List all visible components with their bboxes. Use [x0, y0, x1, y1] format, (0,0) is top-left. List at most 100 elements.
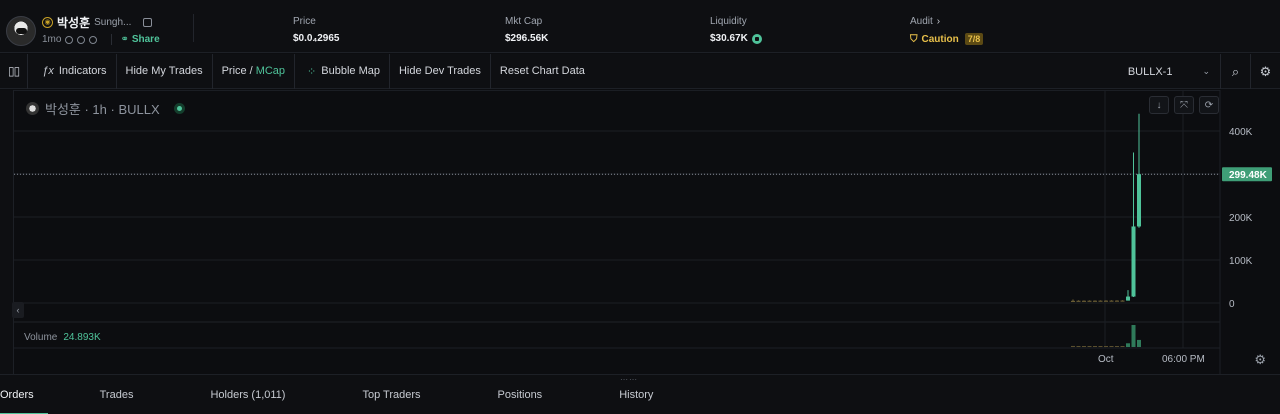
live-indicator-icon: [173, 103, 185, 114]
token-symbol: Sungh...: [94, 16, 132, 28]
shield-icon: ⛉: [910, 33, 918, 45]
audit-label-row: Audit ›: [910, 16, 983, 27]
token-age: 1mo: [42, 34, 62, 45]
share-button[interactable]: ⚭ Share: [111, 34, 160, 45]
chart-toolbar: ▯▯ ƒx Indicators Hide My Trades Price / …: [0, 53, 1280, 89]
bubble-map-label: Bubble Map: [321, 65, 380, 77]
share-label: Share: [131, 34, 160, 45]
tab-orders[interactable]: Orders: [0, 375, 48, 414]
chevron-down-icon: ⌄: [1202, 66, 1210, 76]
token-mini-icon: [26, 102, 39, 115]
price-chart[interactable]: 400K 200K 100K 0 299.48K Oct 06:00 PM: [0, 90, 1280, 374]
price-stat: Price $0.0₄2965: [293, 16, 339, 44]
volume-bar: [1109, 346, 1114, 347]
x-tick-label: 06:00 PM: [1162, 354, 1205, 365]
candle-body: [1131, 226, 1136, 297]
candle-body: [1109, 300, 1114, 302]
liquidity-value: $30.67K: [710, 33, 748, 44]
copy-icon[interactable]: [143, 17, 153, 27]
legend-title: 박성훈 · 1h · BULLX: [45, 102, 160, 117]
social-icon[interactable]: [65, 35, 74, 44]
trading-app: ◉ 박성훈 Sungh... 1mo ⚭ Share Price $0.0₄29…: [0, 0, 1280, 414]
token-header: ◉ 박성훈 Sungh... 1mo ⚭ Share Price $0.0₄29…: [0, 0, 1280, 53]
chevron-right-icon: ›: [936, 16, 941, 27]
liquidity-stat: Liquidity $30.67K: [710, 16, 762, 44]
token-name: 박성훈: [57, 15, 91, 30]
hide-my-trades-button[interactable]: Hide My Trades: [117, 53, 213, 89]
token-meta-row: 1mo ⚭ Share: [42, 34, 160, 45]
volume-bar: [1076, 346, 1081, 347]
bubble-map-button[interactable]: ⁘ Bubble Map: [295, 53, 390, 89]
download-icon[interactable]: ↓: [1149, 96, 1169, 114]
tab-history[interactable]: History: [619, 375, 653, 414]
volume-bar: [1120, 346, 1125, 347]
mktcap-stat: Mkt Cap $296.56K: [505, 16, 548, 44]
audit-score: 7/8: [964, 33, 984, 45]
compass-icon: ◉: [42, 16, 53, 28]
candle-body: [1093, 300, 1097, 302]
toolbar-right-icons: ⌕ ⚙: [1220, 54, 1280, 89]
magnify-icon[interactable]: ⌕: [1220, 54, 1250, 89]
y-tick-label: 0: [1229, 299, 1235, 310]
candle-body: [1071, 300, 1075, 302]
axis-settings-icon[interactable]: ⚙: [1254, 352, 1266, 368]
volume-bar: [1126, 343, 1130, 347]
drawing-rail: [0, 90, 14, 374]
symbol-select[interactable]: BULLX-1 ⌄: [1128, 54, 1210, 89]
y-tick-label: 400K: [1229, 127, 1253, 138]
candle-body: [1104, 300, 1108, 302]
fx-icon: ƒx: [42, 65, 54, 77]
candle-body: [1137, 174, 1141, 227]
toggle-separator: /: [249, 65, 253, 77]
fullscreen-icon[interactable]: ⤧: [1174, 96, 1194, 114]
volume-bar: [1104, 346, 1108, 347]
token-avatar[interactable]: [6, 16, 36, 46]
x-tick-label: Oct: [1098, 354, 1114, 365]
y-tick-label: 100K: [1229, 256, 1253, 267]
price-toggle-label: Price: [221, 65, 247, 77]
volume-bar: [1071, 345, 1075, 347]
tab-top-traders[interactable]: Top Traders: [362, 375, 420, 414]
volume-bar: [1137, 339, 1141, 347]
chart-area[interactable]: 400K 200K 100K 0 299.48K Oct 06:00 PM ‹ 박성훈 · …: [0, 90, 1280, 374]
y-tick-label: 200K: [1229, 213, 1253, 224]
gear-icon[interactable]: ⚙: [1250, 54, 1280, 89]
refresh-icon[interactable]: ⟳: [1199, 96, 1219, 114]
bottom-tabs: Orders Trades Holders (1,011) Top Trader…: [0, 375, 653, 414]
hide-my-trades-label: Hide My Trades: [125, 65, 203, 77]
volume-bar: [1082, 346, 1086, 347]
mktcap-value: $296.56K: [505, 33, 549, 44]
candle-type-button[interactable]: ▯▯: [0, 53, 29, 89]
tab-holders[interactable]: Holders (1,011): [210, 375, 285, 414]
price-mcap-toggle[interactable]: Price / MCap: [213, 53, 296, 89]
candle-body: [1098, 300, 1103, 302]
price-label: Price: [293, 16, 316, 27]
mktcap-label: Mkt Cap: [505, 16, 543, 27]
reset-chart-button[interactable]: Reset Chart Data: [491, 54, 594, 89]
volume-label: Volume: [24, 332, 58, 343]
indicators-button[interactable]: ƒx Indicators: [28, 53, 117, 89]
tab-trades[interactable]: Trades: [100, 375, 134, 414]
reset-chart-label: Reset Chart Data: [499, 65, 585, 77]
lock-icon: [751, 33, 762, 44]
audit-label: Audit: [910, 16, 933, 27]
globe-icon[interactable]: [89, 35, 98, 44]
volume-bar: [1115, 346, 1119, 347]
audit-value-row: ⛉ Caution 7/8: [910, 33, 984, 45]
candle-body: [1082, 300, 1086, 302]
chart-legend: 박성훈 · 1h · BULLX: [26, 99, 185, 118]
candle-body: [1087, 300, 1092, 302]
candle-body: [1076, 300, 1081, 302]
price-value: $0.0₄2965: [293, 33, 340, 44]
link-icon[interactable]: [77, 35, 86, 44]
audit-stat[interactable]: Audit › ⛉ Caution 7/8: [910, 16, 984, 45]
volume-value: 24.893K: [63, 332, 101, 343]
last-price-label: 299.48K: [1229, 170, 1268, 181]
candlestick-icon: ▯▯: [8, 64, 20, 78]
chevron-left-icon[interactable]: ‹: [12, 302, 24, 318]
hide-dev-trades-label: Hide Dev Trades: [398, 65, 481, 77]
volume-legend: Volume 24.893K: [24, 332, 101, 343]
bubble-icon: ⁘: [307, 65, 317, 78]
hide-dev-trades-button[interactable]: Hide Dev Trades: [390, 53, 491, 89]
tab-positions[interactable]: Positions: [498, 375, 543, 414]
